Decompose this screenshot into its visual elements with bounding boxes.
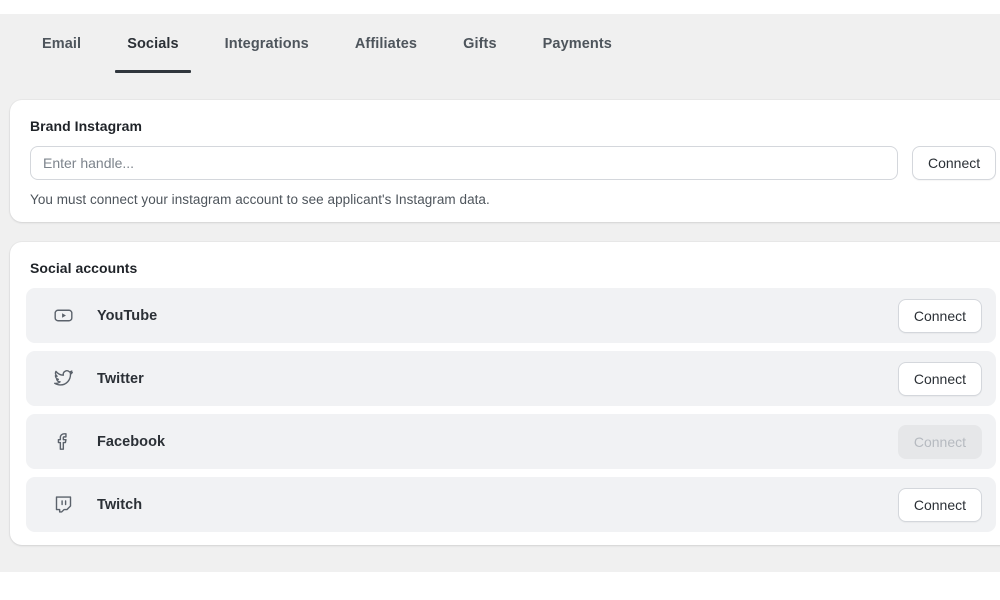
top-white-strip [0,0,1000,14]
connect-button-twitch[interactable]: Connect [897,487,982,522]
brand-instagram-input-row: Connect [10,134,1000,180]
tab-gifts[interactable]: Gifts [451,14,509,73]
connect-button-facebook: Connect [897,424,982,459]
settings-tabbar: Email Socials Integrations Affiliates Gi… [0,14,1000,73]
brand-instagram-help-text: You must connect your instagram account … [30,192,490,207]
social-accounts-list: YouTube Connect Twitter Connect Facebook… [10,276,1000,532]
twitch-icon [52,494,74,516]
tab-list: Email Socials Integrations Affiliates Gi… [0,14,1000,73]
social-row-youtube[interactable]: YouTube Connect [26,288,996,343]
tab-integrations-label: Integrations [224,35,309,52]
brand-instagram-title: Brand Instagram [30,118,142,134]
social-label-twitch: Twitch [97,496,143,513]
social-accounts-card: Social accounts YouTube Connect Twitter … [10,242,1000,545]
instagram-connect-button[interactable]: Connect [912,146,997,180]
tab-email[interactable]: Email [30,14,93,73]
tab-affiliates[interactable]: Affiliates [343,14,429,73]
tab-gifts-label: Gifts [463,35,497,52]
twitter-icon [52,368,74,390]
settings-page: Email Socials Integrations Affiliates Gi… [0,0,1000,600]
connect-button-twitter[interactable]: Connect [897,361,982,396]
tab-payments-label: Payments [542,35,612,52]
youtube-icon [52,305,74,327]
tab-email-label: Email [42,35,82,52]
social-row-twitter[interactable]: Twitter Connect [26,351,996,406]
social-row-twitch[interactable]: Twitch Connect [26,477,996,532]
tab-affiliates-label: Affiliates [354,35,418,52]
social-label-youtube: YouTube [97,307,158,324]
tab-payments[interactable]: Payments [531,14,624,73]
page-body: Email Socials Integrations Affiliates Gi… [0,14,1000,572]
social-label-twitter: Twitter [97,370,144,387]
social-label-facebook: Facebook [97,433,166,450]
connect-button-youtube[interactable]: Connect [897,298,982,333]
social-accounts-title: Social accounts [30,260,138,276]
facebook-icon [52,431,74,453]
tab-socials[interactable]: Socials [115,14,192,73]
brand-instagram-card: Brand Instagram Connect You must connect… [10,100,1000,222]
social-row-facebook[interactable]: Facebook Connect [26,414,996,469]
tab-socials-label: Socials [127,35,179,52]
tab-integrations[interactable]: Integrations [213,14,321,73]
instagram-handle-input[interactable] [30,146,898,180]
